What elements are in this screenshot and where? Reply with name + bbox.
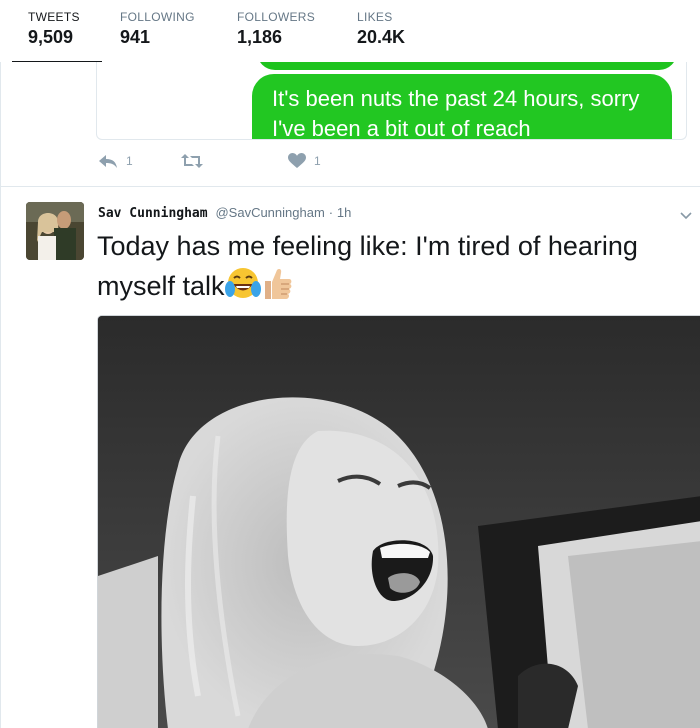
following-stat-label: FOLLOWING (120, 10, 195, 24)
tweet-header: Sav Cunningham @SavCunningham · 1h (98, 204, 351, 221)
likes-stat-label: LIKES (357, 10, 393, 24)
tweets-stat[interactable]: TWEETS 9,509 (28, 10, 80, 48)
reply-button[interactable]: 1 (98, 153, 133, 169)
author-handle[interactable]: @SavCunningham (215, 205, 324, 220)
message-bubble: It's been nuts the past 24 hours, sorry … (252, 74, 672, 140)
tweet-text-block: Today has me feeling like: I'm tired of … (97, 226, 677, 312)
like-count: 1 (314, 154, 321, 168)
message-bubble-previous (257, 62, 677, 70)
previous-tweet-media[interactable]: It's been nuts the past 24 hours, sorry … (96, 62, 687, 140)
tweet-timestamp[interactable]: 1h (337, 205, 351, 220)
avatar[interactable] (26, 202, 84, 260)
likes-stat-value: 20.4K (357, 27, 406, 47)
reply-count: 1 (126, 154, 133, 168)
like-button[interactable]: 1 (288, 153, 321, 169)
likes-stat[interactable]: LIKES 20.4K (357, 10, 405, 48)
tweets-stat-value: 9,509 (28, 27, 74, 47)
heart-icon (288, 153, 306, 169)
timeline: It's been nuts the past 24 hours, sorry … (0, 62, 700, 728)
profile-stats-nav: TWEETS 9,509 FOLLOWING 941 FOLLOWERS 1,1… (0, 0, 700, 65)
following-stat[interactable]: FOLLOWING 941 (120, 10, 195, 48)
thumbs-up-emoji-icon (261, 267, 293, 312)
followers-stat[interactable]: FOLLOWERS 1,186 (237, 10, 315, 48)
reply-icon (98, 153, 118, 169)
tweets-stat-label: TWEETS (28, 10, 80, 24)
tweet-photo[interactable] (97, 315, 700, 728)
laughing-crying-emoji-icon (224, 267, 261, 312)
header-separator: · (328, 205, 334, 220)
author-name[interactable]: Sav Cunningham (98, 206, 208, 221)
message-bubble-text: It's been nuts the past 24 hours, sorry … (272, 86, 640, 140)
tweet-text: Today has me feeling like: I'm tired of … (97, 231, 638, 301)
retweet-icon (180, 153, 204, 169)
tweet-menu-button[interactable] (680, 207, 692, 225)
followers-stat-value: 1,186 (237, 27, 283, 47)
retweet-button[interactable] (180, 153, 204, 169)
tweet-divider (1, 186, 700, 187)
chevron-down-icon (680, 207, 692, 224)
followers-stat-label: FOLLOWERS (237, 10, 316, 24)
following-stat-value: 941 (120, 27, 151, 47)
